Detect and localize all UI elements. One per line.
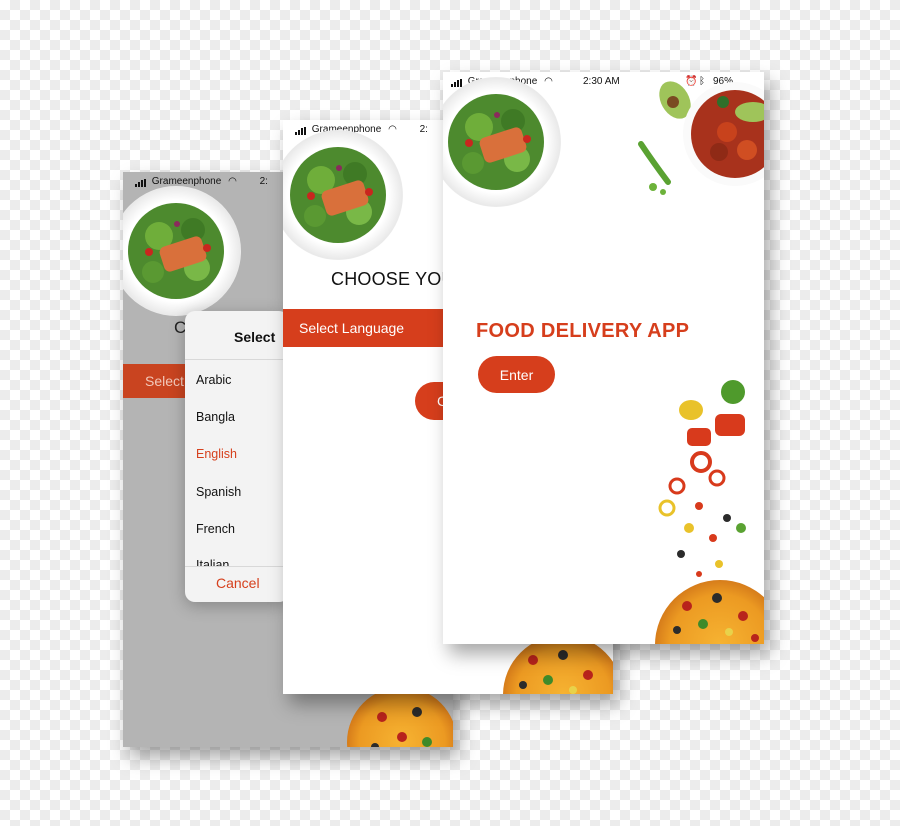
cancel-button[interactable]: Cancel (216, 575, 260, 591)
salad-plate-image (283, 130, 403, 260)
welcome-screen: Grameenphone ◠ 2:30 AM ⏰ ᛒ 96% (443, 72, 764, 644)
pizza-image (655, 580, 764, 644)
choose-language-heading: CHOOSE YOU (331, 269, 455, 289)
falling-vegetables-image (658, 380, 746, 577)
enter-button[interactable]: Enter (478, 356, 555, 393)
avocado-bowl-image (638, 81, 764, 195)
language-option-english[interactable]: English (196, 447, 237, 461)
select-language-ribbon[interactable]: Select (123, 364, 193, 398)
status-time: 2: (419, 124, 428, 136)
divider (185, 359, 289, 360)
language-option-french[interactable]: French (196, 522, 235, 536)
language-option-spanish[interactable]: Spanish (196, 485, 241, 499)
language-option-italian[interactable]: Italian (196, 558, 256, 566)
language-option-italian-label: Italian (196, 558, 230, 566)
salad-plate-image (443, 77, 561, 207)
app-title: FOOD DELIVERY APP (476, 320, 690, 342)
language-picker-sheet: Select Arabic Bangla English Spanish Fre… (185, 311, 289, 602)
divider (185, 566, 289, 567)
language-option-arabic[interactable]: Arabic (196, 373, 231, 387)
select-language-ribbon[interactable]: Select Language (283, 309, 453, 347)
status-time: 2:30 AM (583, 76, 620, 87)
pizza-image (347, 687, 453, 747)
picker-title: Select (234, 329, 276, 345)
salad-plate-image (123, 186, 241, 316)
status-time: 2: (259, 176, 268, 188)
language-option-bangla[interactable]: Bangla (196, 410, 235, 424)
